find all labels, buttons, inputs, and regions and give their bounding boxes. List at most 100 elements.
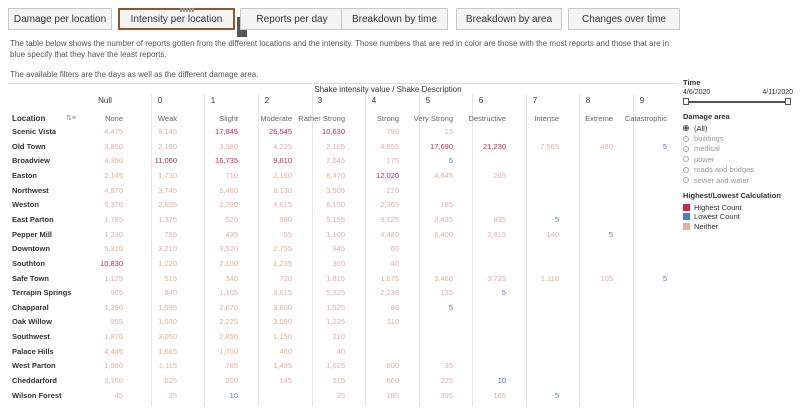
table-cell[interactable]: 945 bbox=[301, 244, 345, 253]
table-cell[interactable]: 8,470 bbox=[301, 171, 345, 180]
table-cell[interactable]: 340 bbox=[194, 274, 238, 283]
table-cell[interactable]: 200 bbox=[194, 376, 238, 385]
table-cell[interactable]: 3,725 bbox=[462, 274, 506, 283]
table-cell[interactable]: 3,750 bbox=[79, 376, 123, 385]
table-cell[interactable]: 165 bbox=[462, 391, 506, 400]
table-cell[interactable]: 965 bbox=[79, 288, 123, 297]
tab-reports-per-day[interactable]: Reports per day bbox=[240, 8, 344, 30]
table-cell[interactable]: 660 bbox=[355, 376, 399, 385]
table-cell[interactable]: 5,155 bbox=[301, 215, 345, 224]
table-cell[interactable]: 10 bbox=[194, 391, 238, 400]
table-cell[interactable]: 3,090 bbox=[248, 317, 292, 326]
table-cell[interactable]: 460 bbox=[248, 347, 292, 356]
table-cell[interactable]: 1,160 bbox=[301, 230, 345, 239]
table-cell[interactable]: 2,655 bbox=[133, 200, 177, 209]
drag-handle-icon[interactable] bbox=[180, 8, 194, 12]
table-cell[interactable]: 3,460 bbox=[409, 274, 453, 283]
table-cell[interactable]: 2,160 bbox=[248, 171, 292, 180]
damage-area-option[interactable]: (All) bbox=[683, 123, 793, 133]
table-cell[interactable]: 1,230 bbox=[79, 230, 123, 239]
table-cell[interactable]: 16,735 bbox=[194, 156, 238, 165]
table-cell[interactable]: 2,105 bbox=[301, 142, 345, 151]
table-cell[interactable]: 45 bbox=[79, 391, 123, 400]
table-cell[interactable]: 1,815 bbox=[301, 274, 345, 283]
table-cell[interactable]: 5 bbox=[409, 303, 453, 312]
table-cell[interactable]: 5,370 bbox=[79, 200, 123, 209]
table-cell[interactable]: 2,850 bbox=[194, 332, 238, 341]
table-cell[interactable]: 5 bbox=[569, 230, 613, 239]
table-cell[interactable]: 25 bbox=[301, 391, 345, 400]
table-cell[interactable]: 7,565 bbox=[515, 142, 559, 151]
table-cell[interactable]: 9,610 bbox=[248, 156, 292, 165]
table-cell[interactable]: 15 bbox=[409, 127, 453, 136]
table-cell[interactable]: 21,230 bbox=[462, 142, 506, 151]
table-cell[interactable]: 105 bbox=[569, 274, 613, 283]
table-cell[interactable]: 2,145 bbox=[79, 171, 123, 180]
table-cell[interactable]: 80 bbox=[355, 303, 399, 312]
table-cell[interactable]: 1,625 bbox=[301, 361, 345, 370]
damage-area-option[interactable]: power bbox=[683, 154, 793, 164]
table-cell[interactable]: 4,480 bbox=[355, 230, 399, 239]
table-cell[interactable]: 5 bbox=[462, 288, 506, 297]
table-cell[interactable]: 10,630 bbox=[301, 127, 345, 136]
table-cell[interactable]: 4,225 bbox=[248, 142, 292, 151]
table-cell[interactable]: 990 bbox=[248, 215, 292, 224]
tab-intensity-per-location[interactable]: Intensity per location bbox=[118, 8, 235, 30]
table-cell[interactable]: 1,665 bbox=[133, 347, 177, 356]
table-cell[interactable]: 710 bbox=[194, 171, 238, 180]
table-cell[interactable]: 4,350 bbox=[79, 156, 123, 165]
radio-icon[interactable] bbox=[683, 177, 689, 184]
table-cell[interactable]: 145 bbox=[248, 376, 292, 385]
table-cell[interactable]: 1,125 bbox=[79, 274, 123, 283]
table-cell[interactable]: 2,190 bbox=[133, 142, 177, 151]
table-cell[interactable]: 110 bbox=[355, 317, 399, 326]
table-cell[interactable]: 35 bbox=[133, 391, 177, 400]
table-cell[interactable]: 9,125 bbox=[355, 215, 399, 224]
table-cell[interactable]: 1,960 bbox=[79, 361, 123, 370]
table-cell[interactable]: 1,870 bbox=[79, 332, 123, 341]
table-cell[interactable]: 4,615 bbox=[248, 200, 292, 209]
table-cell[interactable]: 185 bbox=[409, 200, 453, 209]
table-cell[interactable]: 5 bbox=[623, 142, 667, 151]
table-cell[interactable]: 1,375 bbox=[133, 215, 177, 224]
tab-changes-over-time[interactable]: Changes over time bbox=[568, 8, 680, 30]
radio-icon[interactable] bbox=[683, 156, 689, 163]
table-cell[interactable]: 300 bbox=[301, 259, 345, 268]
table-cell[interactable]: 2,230 bbox=[355, 288, 399, 297]
table-cell[interactable]: 225 bbox=[409, 376, 453, 385]
table-cell[interactable]: 265 bbox=[462, 171, 506, 180]
table-cell[interactable]: 175 bbox=[355, 156, 399, 165]
table-cell[interactable]: 9,145 bbox=[133, 127, 177, 136]
table-cell[interactable]: 40 bbox=[355, 259, 399, 268]
damage-area-option[interactable]: sewer and water bbox=[683, 175, 793, 185]
table-cell[interactable]: 4,475 bbox=[79, 127, 123, 136]
table-cell[interactable]: 395 bbox=[409, 391, 453, 400]
table-cell[interactable]: 6,400 bbox=[409, 230, 453, 239]
table-cell[interactable]: 2,290 bbox=[194, 200, 238, 209]
table-cell[interactable]: 60 bbox=[355, 244, 399, 253]
table-cell[interactable]: 480 bbox=[569, 142, 613, 151]
table-cell[interactable]: 35 bbox=[409, 361, 453, 370]
table-cell[interactable]: 12,020 bbox=[355, 171, 399, 180]
table-cell[interactable]: 1,730 bbox=[133, 171, 177, 180]
legend-item[interactable]: Highest Count bbox=[683, 202, 793, 212]
table-cell[interactable]: 1,785 bbox=[79, 215, 123, 224]
legend-item[interactable]: Lowest Count bbox=[683, 212, 793, 222]
table-cell[interactable]: 2,100 bbox=[194, 259, 238, 268]
table-cell[interactable]: 3,520 bbox=[194, 244, 238, 253]
table-cell[interactable]: 2,755 bbox=[248, 244, 292, 253]
damage-area-option[interactable]: roads and bridges bbox=[683, 165, 793, 175]
table-cell[interactable]: 1,525 bbox=[301, 303, 345, 312]
table-cell[interactable]: 3,615 bbox=[248, 288, 292, 297]
table-cell[interactable]: 185 bbox=[355, 391, 399, 400]
table-cell[interactable]: 2,670 bbox=[194, 303, 238, 312]
table-cell[interactable]: 3,800 bbox=[248, 303, 292, 312]
table-cell[interactable]: 1,150 bbox=[248, 332, 292, 341]
table-cell[interactable]: 10 bbox=[462, 376, 506, 385]
tab-breakdown-by-time[interactable]: Breakdown by time bbox=[341, 8, 448, 30]
damage-area-option[interactable]: medical bbox=[683, 144, 793, 154]
table-cell[interactable]: 840 bbox=[133, 288, 177, 297]
table-cell[interactable]: 4,445 bbox=[79, 347, 123, 356]
table-cell[interactable]: 790 bbox=[355, 127, 399, 136]
table-cell[interactable]: 17,690 bbox=[409, 142, 453, 151]
